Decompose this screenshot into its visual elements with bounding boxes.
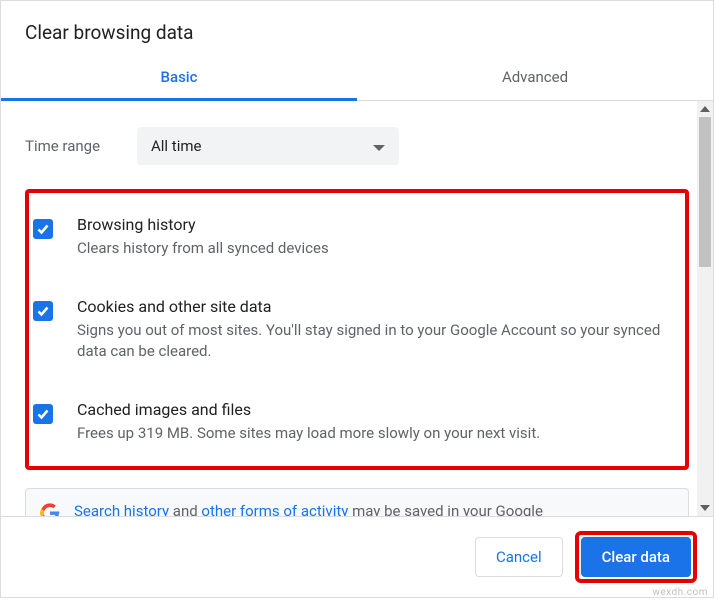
- vertical-scrollbar[interactable]: [697, 101, 713, 516]
- tab-label: Advanced: [502, 68, 568, 86]
- scroll-area: Time range All time Browsing history Cle…: [1, 101, 713, 516]
- scroll-content: Time range All time Browsing history Cle…: [1, 101, 713, 516]
- option-desc: Clears history from all synced devices: [77, 238, 329, 259]
- link-other-activity[interactable]: other forms of activity: [201, 502, 348, 516]
- checkbox-cached[interactable]: [33, 404, 53, 424]
- dialog-footer: Cancel Clear data: [1, 516, 713, 597]
- info-text-mid: and: [169, 502, 201, 516]
- scrollbar-thumb[interactable]: [699, 117, 711, 267]
- button-label: Cancel: [496, 548, 542, 566]
- option-text: Cookies and other site data Signs you ou…: [77, 297, 677, 362]
- link-search-history[interactable]: Search history: [74, 502, 169, 516]
- button-label: Clear data: [602, 548, 670, 566]
- clear-data-button[interactable]: Clear data: [581, 537, 691, 577]
- info-text: Search history and other forms of activi…: [74, 501, 543, 516]
- options-highlight: Browsing history Clears history from all…: [25, 189, 689, 470]
- checkbox-cookies[interactable]: [33, 301, 53, 321]
- google-info-row: Search history and other forms of activi…: [25, 488, 689, 516]
- clear-browsing-data-dialog: Clear browsing data Basic Advanced Time …: [0, 0, 714, 598]
- option-desc: Signs you out of most sites. You'll stay…: [77, 320, 677, 362]
- option-title: Browsing history: [77, 215, 329, 234]
- watermark: wexdh.com: [652, 587, 708, 598]
- tab-advanced[interactable]: Advanced: [357, 56, 713, 100]
- dialog-title: Clear browsing data: [25, 21, 689, 44]
- chevron-down-icon: [373, 137, 385, 155]
- time-range-label: Time range: [25, 137, 137, 155]
- time-range-row: Time range All time: [25, 127, 689, 165]
- dropdown-value: All time: [151, 137, 201, 155]
- option-title: Cookies and other site data: [77, 297, 677, 316]
- scroll-up-button[interactable]: [697, 101, 713, 117]
- clear-data-highlight: Clear data: [575, 531, 697, 583]
- scrollbar-track[interactable]: [697, 117, 713, 500]
- scroll-down-button[interactable]: [697, 500, 713, 516]
- option-title: Cached images and files: [77, 400, 540, 419]
- info-text-rest: may be saved in your Google: [348, 502, 543, 516]
- option-cached: Cached images and files Frees up 319 MB.…: [33, 390, 677, 454]
- google-icon: [40, 503, 60, 516]
- option-browsing-history: Browsing history Clears history from all…: [33, 205, 677, 269]
- tab-basic[interactable]: Basic: [1, 56, 357, 100]
- option-desc: Frees up 319 MB. Some sites may load mor…: [77, 423, 540, 444]
- option-text: Cached images and files Frees up 319 MB.…: [77, 400, 540, 444]
- time-range-dropdown[interactable]: All time: [137, 127, 399, 165]
- dialog-header: Clear browsing data: [1, 1, 713, 56]
- tab-bar: Basic Advanced: [1, 56, 713, 101]
- option-cookies: Cookies and other site data Signs you ou…: [33, 287, 677, 372]
- cancel-button[interactable]: Cancel: [475, 537, 563, 577]
- tab-label: Basic: [161, 68, 198, 86]
- checkbox-browsing-history[interactable]: [33, 219, 53, 239]
- option-text: Browsing history Clears history from all…: [77, 215, 329, 259]
